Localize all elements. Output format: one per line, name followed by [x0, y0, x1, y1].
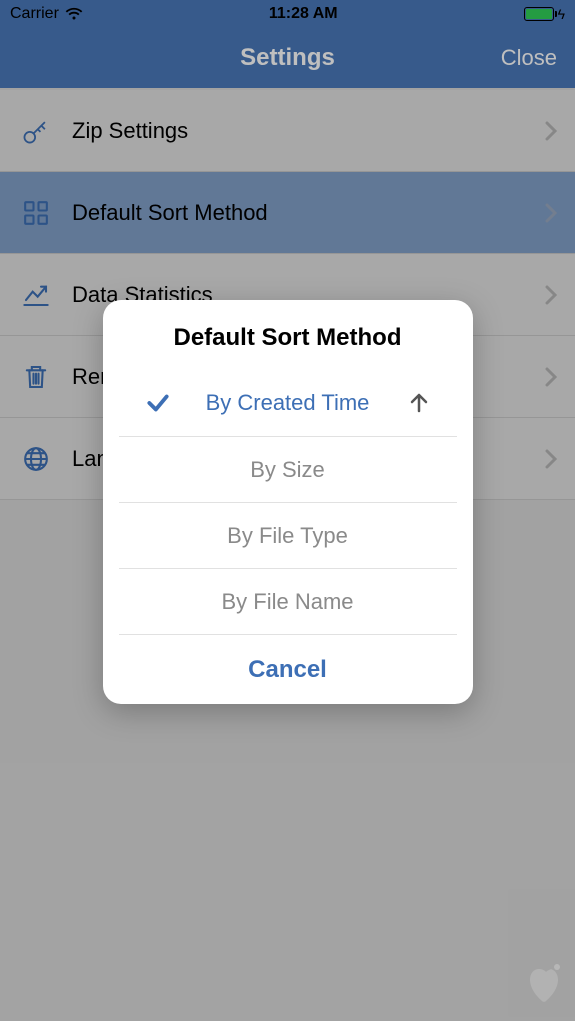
- option-label: By Created Time: [206, 390, 370, 416]
- option-by-file-name[interactable]: By File Name: [119, 568, 457, 634]
- modal-overlay[interactable]: Default Sort Method By Created Time By S…: [0, 0, 575, 1021]
- settings-screen: Carrier 11:28 AM ϟ Settings Close Zip Se…: [0, 0, 575, 1021]
- option-by-created-time[interactable]: By Created Time: [135, 370, 441, 436]
- arrow-up-icon[interactable]: [407, 391, 431, 415]
- sort-method-sheet: Default Sort Method By Created Time By S…: [103, 300, 473, 704]
- option-by-size[interactable]: By Size: [119, 436, 457, 502]
- sheet-title: Default Sort Method: [103, 300, 473, 370]
- check-icon: [145, 390, 171, 416]
- option-label: By File Type: [227, 523, 348, 549]
- watermark-icon: [513, 959, 569, 1015]
- sheet-options: By Created Time By Size By File Type By …: [119, 370, 457, 634]
- option-label: By File Name: [221, 589, 353, 615]
- option-by-file-type[interactable]: By File Type: [119, 502, 457, 568]
- option-label: By Size: [250, 457, 325, 483]
- cancel-button[interactable]: Cancel: [119, 634, 457, 704]
